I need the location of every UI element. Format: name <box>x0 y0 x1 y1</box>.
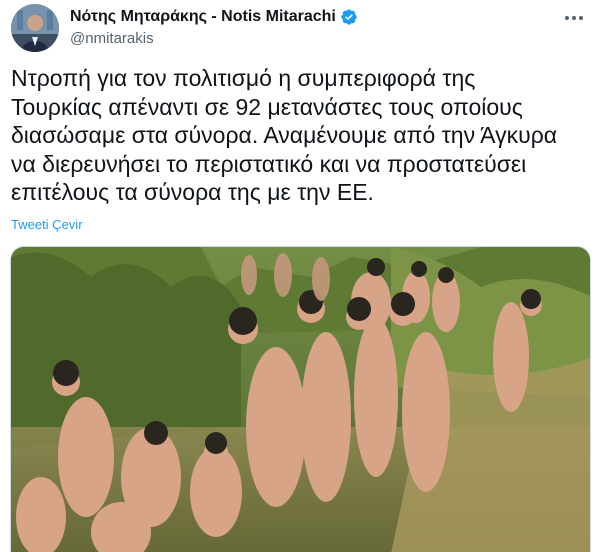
tweet-text-line: επιτέλους τα σύνορα της με την ΕΕ. <box>11 179 374 206</box>
attached-photo-icon <box>11 247 590 552</box>
more-options-icon[interactable] <box>562 6 586 30</box>
tweet-text-line: Ντροπή για τον πολιτισμό η συμπεριφορά τ… <box>11 65 476 91</box>
translate-tweet-link[interactable]: Tweeti Çevir <box>11 217 83 232</box>
tweet-text-line: διασώσαμε στα σύνορα. Αναμένουμε από την… <box>11 122 558 149</box>
tweet-text-line: να διερευνήσει το περιστατικό και να προ… <box>11 150 527 177</box>
verified-badge-icon <box>340 8 358 26</box>
author-avatar[interactable] <box>11 4 59 52</box>
tweet-photo[interactable] <box>10 246 591 552</box>
avatar-photo-icon <box>11 4 59 52</box>
tweet-card: Νότης Μηταράκης - Notis Mitarachi @nmita… <box>0 0 600 552</box>
tweet-text-line: Τουρκίας απέναντι σε 92 μετανάστες τους … <box>11 93 523 120</box>
tweet-text: Ντροπή για τον πολιτισμό η συμπεριφορά τ… <box>11 64 596 207</box>
author-block: Νότης Μηταράκης - Notis Mitarachi @nmita… <box>70 6 540 47</box>
author-display-name[interactable]: Νότης Μηταράκης - Notis Mitarachi <box>70 8 336 26</box>
author-name-row: Νότης Μηταράκης - Notis Mitarachi <box>70 6 540 28</box>
author-handle[interactable]: @nmitarakis <box>70 30 540 47</box>
